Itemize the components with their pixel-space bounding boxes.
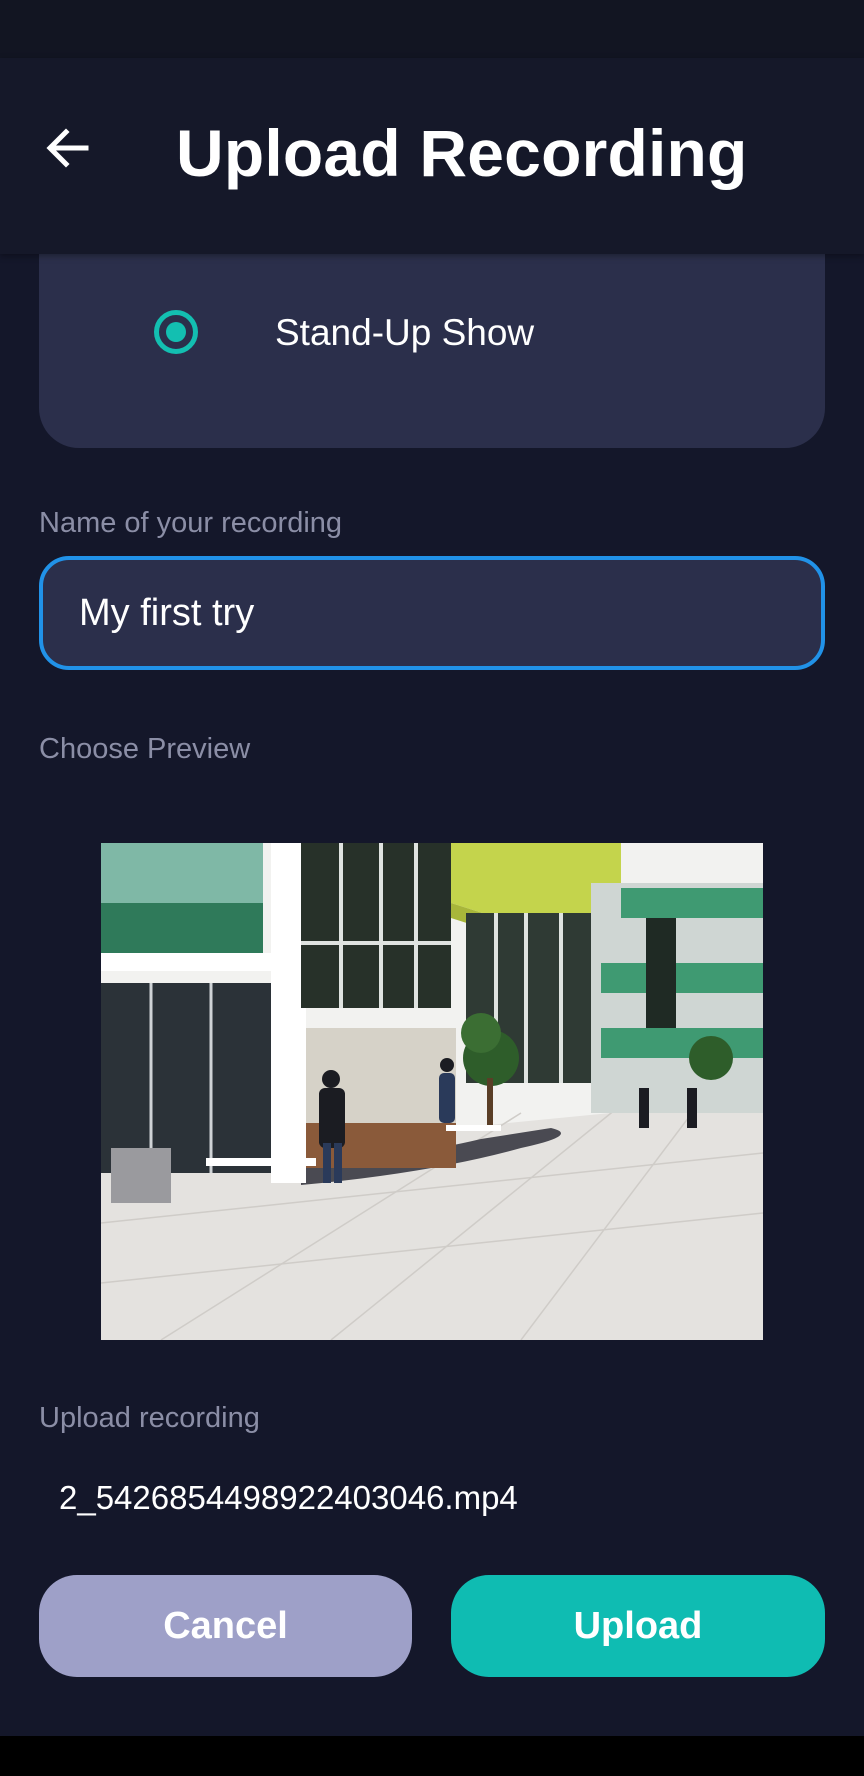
- recording-name-input[interactable]: My first try: [39, 556, 825, 670]
- app-bar: Upload Recording: [0, 58, 864, 254]
- cancel-button[interactable]: Cancel: [39, 1575, 412, 1677]
- radio-selected-icon[interactable]: [154, 310, 198, 354]
- upload-recording-screen: Upload Recording Stand-Up Show Name of y…: [0, 0, 864, 1776]
- page-title: Upload Recording: [176, 116, 748, 190]
- atrium-photo: [101, 843, 763, 1340]
- recording-name-label: Name of your recording: [39, 507, 343, 539]
- arrow-left-icon: [46, 128, 89, 168]
- status-bar: [0, 0, 864, 58]
- preview-image[interactable]: [101, 843, 763, 1340]
- back-button[interactable]: [36, 116, 100, 180]
- selected-file-name[interactable]: 2_5426854498922403046.mp4: [59, 1479, 518, 1517]
- upload-recording-label: Upload recording: [39, 1402, 260, 1434]
- choose-preview-label: Choose Preview: [39, 733, 251, 765]
- category-option-label: Stand-Up Show: [275, 312, 535, 353]
- category-card: Stand-Up Show: [39, 230, 825, 448]
- recording-name-value: My first try: [79, 592, 255, 634]
- upload-button[interactable]: Upload: [451, 1575, 825, 1677]
- radio-dot: [166, 322, 186, 342]
- category-option-stand-up-show[interactable]: Stand-Up Show: [39, 300, 825, 364]
- system-navigation-bar: [0, 1736, 864, 1776]
